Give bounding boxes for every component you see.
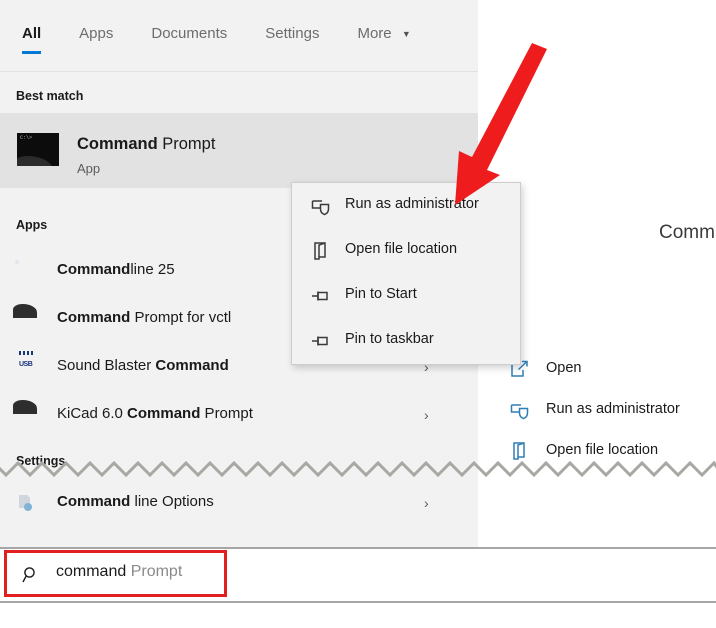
right-menu-label: Open file location <box>546 442 659 458</box>
list-item-label: Command Prompt for vctl <box>57 309 231 326</box>
list-item-label-bold: Command <box>57 493 131 510</box>
list-item-command-line-options[interactable]: Command line Options › <box>0 480 478 528</box>
shield-icon <box>310 195 332 217</box>
bottom-strip <box>0 603 716 628</box>
console-icon: C:\> <box>17 133 59 166</box>
list-item-label-pre: KiCad 6.0 <box>57 405 128 422</box>
best-match-subtitle: App <box>77 161 101 176</box>
list-item-label: Commandline 25 <box>57 261 175 278</box>
list-item-label-rest: line 25 <box>130 261 175 278</box>
search-typed-text: command <box>56 563 127 580</box>
context-menu-label: Pin to Start <box>345 286 417 302</box>
right-menu-item-run-as-administrator[interactable]: Run as administrator <box>497 390 716 431</box>
folder-icon <box>509 440 531 462</box>
right-menu-label: Run as administrator <box>546 401 680 417</box>
context-menu-label: Pin to taskbar <box>345 331 434 347</box>
search-input[interactable]: command Prompt <box>56 563 182 581</box>
context-menu: Run as administrator Open file location … <box>291 182 521 365</box>
list-item-label: Command line Options <box>57 493 214 510</box>
search-suggestion-text: Prompt <box>126 563 183 580</box>
settings-options-icon <box>17 494 38 515</box>
console-icon <box>17 406 38 427</box>
context-menu-label: Open file location <box>345 241 458 257</box>
chevron-down-icon: ▼ <box>401 29 411 40</box>
preview-actions-menu: Open Run as administrator Open file loca… <box>497 349 716 472</box>
best-match-result[interactable]: C:\> Command Prompt App <box>0 113 478 188</box>
preview-title: Comm <box>659 222 715 243</box>
pin-icon <box>310 330 332 352</box>
section-header-best-match: Best match <box>16 89 84 103</box>
tab-label: More <box>357 25 392 42</box>
filter-tabbar: All Apps Documents Settings More ▼ <box>0 0 478 72</box>
list-item-label: KiCad 6.0 Command Prompt <box>57 405 253 422</box>
context-menu-item-run-as-administrator[interactable]: Run as administrator <box>292 183 520 228</box>
tab-more[interactable]: More ▼ <box>357 25 410 60</box>
sound-blaster-icon <box>17 358 38 379</box>
list-item-label-pre: Sound Blaster <box>57 357 156 374</box>
pin-icon <box>310 285 332 307</box>
list-item-label-bold: Command <box>127 405 201 422</box>
list-item-label-bold: Command <box>57 261 131 278</box>
best-match-title-bold: Command <box>77 135 158 153</box>
search-results-window: Comm Open Run as administrator Open file… <box>0 0 716 628</box>
tab-documents[interactable]: Documents <box>151 25 227 60</box>
best-match-title-rest: Prompt <box>157 135 216 153</box>
section-header-settings: Settings <box>16 454 66 468</box>
right-menu-item-open[interactable]: Open <box>497 349 716 390</box>
tab-label: Documents <box>151 25 228 42</box>
right-menu-item-open-file-location[interactable]: Open file location <box>497 431 716 472</box>
chevron-right-icon[interactable]: › <box>424 495 429 511</box>
list-item-label-bold: Command <box>155 357 229 374</box>
console-icon <box>17 310 38 331</box>
tab-apps[interactable]: Apps <box>79 25 113 60</box>
list-item-label-bold: Command <box>57 309 131 326</box>
context-menu-item-pin-to-start[interactable]: Pin to Start <box>292 273 520 318</box>
folder-icon <box>310 240 332 262</box>
tab-label: All <box>22 25 42 42</box>
best-match-title: Command Prompt <box>77 135 215 154</box>
sphere-icon <box>17 262 38 283</box>
tab-settings[interactable]: Settings <box>265 25 319 60</box>
tab-label: Apps <box>79 25 114 42</box>
tab-label: Settings <box>265 25 320 42</box>
tab-all[interactable]: All <box>22 25 42 60</box>
list-item-label-rest: Prompt for vctl <box>130 309 232 326</box>
section-header-apps: Apps <box>16 218 48 232</box>
right-menu-label: Open <box>546 360 582 376</box>
search-icon <box>22 566 40 584</box>
chevron-right-icon[interactable]: › <box>424 407 429 423</box>
list-item-kicad-command-prompt[interactable]: KiCad 6.0 Command Prompt › <box>0 392 478 440</box>
list-item-label-rest: line Options <box>130 493 214 510</box>
console-icon-glyph: C:\> <box>20 135 33 141</box>
tabbar-divider <box>0 71 478 72</box>
shield-icon <box>509 399 531 421</box>
context-menu-label: Run as administrator <box>345 196 479 212</box>
context-menu-item-open-file-location[interactable]: Open file location <box>292 228 520 273</box>
list-item-label: Sound Blaster Command <box>57 357 229 374</box>
tab-list: All Apps Documents Settings More ▼ <box>22 25 449 60</box>
list-item-label-rest: Prompt <box>200 405 253 422</box>
context-menu-item-pin-to-taskbar[interactable]: Pin to taskbar <box>292 318 520 363</box>
